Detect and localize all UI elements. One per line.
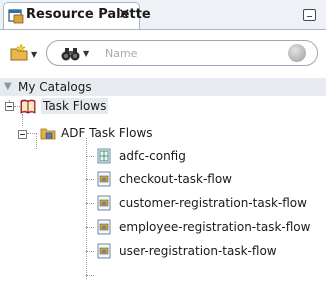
search-box[interactable]: ▼ <box>46 40 318 66</box>
collapse-toggle[interactable] <box>5 102 14 111</box>
search-type-menu[interactable]: ▼ <box>61 46 91 62</box>
chevron-down-icon: ▼ <box>31 50 38 59</box>
minimize-button[interactable] <box>303 9 316 21</box>
tree-item-label: adfc-config <box>119 149 186 163</box>
resource-palette-icon <box>8 9 24 24</box>
new-folder-icon <box>10 44 28 61</box>
tree-connector <box>86 138 87 279</box>
tree-item-label: checkout-task-flow <box>119 172 232 186</box>
tree-item-label: customer-registration-task-flow <box>119 196 307 210</box>
chevron-down-icon: ▼ <box>83 49 90 58</box>
search-go-icon[interactable] <box>288 44 306 62</box>
catalog-tree: Task Flows ADF Task Flows adfc-config ch… <box>0 96 326 290</box>
tab-bar: Resource Palette ✕ <box>0 0 326 30</box>
tree-connector <box>22 114 23 126</box>
config-file-icon <box>97 148 111 164</box>
book-icon <box>20 99 36 114</box>
search-input[interactable] <box>105 45 265 61</box>
tree-connector <box>86 156 94 157</box>
close-icon[interactable]: ✕ <box>118 5 131 23</box>
resource-palette-tab[interactable]: Resource Palette ✕ <box>3 2 151 30</box>
binoculars-icon <box>61 48 80 61</box>
expand-arrow-icon[interactable]: ▼ <box>4 81 12 93</box>
adf-folder-icon <box>40 128 56 140</box>
tree-item-label: user-registration-task-flow <box>119 244 277 258</box>
tree-connector <box>86 203 94 204</box>
collapse-toggle[interactable] <box>18 130 27 139</box>
new-button[interactable]: ▼ <box>10 44 42 64</box>
tree-node-label: Task Flows <box>41 98 109 114</box>
tree-item-label: employee-registration-task-flow <box>119 220 311 234</box>
tree-connector <box>86 227 94 228</box>
task-flow-file-icon <box>97 243 111 259</box>
task-flow-file-icon <box>97 171 111 187</box>
task-flow-file-icon <box>97 219 111 235</box>
tree-connector <box>36 134 37 149</box>
task-flow-file-icon <box>97 195 111 211</box>
catalogs-header[interactable]: ▼ My Catalogs <box>0 78 326 96</box>
catalogs-label: My Catalogs <box>18 80 92 94</box>
tab-title: Resource Palette <box>26 7 151 22</box>
tree-connector <box>86 275 94 276</box>
tree-connector <box>86 179 94 180</box>
tree-node-label: ADF Task Flows <box>61 126 153 140</box>
tree-connector <box>86 251 94 252</box>
